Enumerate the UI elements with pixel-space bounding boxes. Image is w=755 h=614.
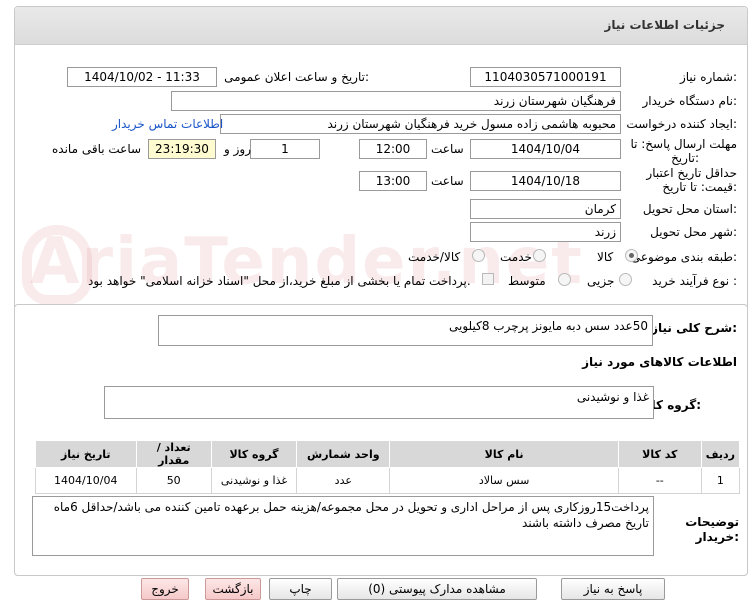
category-option-goods-label: کالا [597, 250, 614, 264]
panel-title: جزئیات اطلاعات نیاز [604, 18, 725, 32]
process-medium-radio[interactable] [558, 273, 571, 286]
cell-date: 1404/10/04 [35, 467, 137, 494]
cell-name: سس سالاد [389, 467, 619, 494]
exit-button[interactable]: خروج [141, 578, 189, 600]
province-label: استان محل تحویل: [642, 202, 737, 216]
deadline-label: مهلت ارسال پاسخ: تا [630, 137, 737, 151]
col-header-unit: واحد شمارش [296, 440, 391, 468]
buyer-notes-label: توضیحات [685, 515, 739, 529]
category-service-radio[interactable] [533, 249, 546, 262]
col-header-quantity: تعداد / مقدار [135, 440, 212, 468]
process-minor-radio[interactable] [619, 273, 632, 286]
col-header-group: گروه کالا [210, 440, 298, 468]
deadline-label-2: تاریخ: [671, 151, 699, 165]
category-goods-radio[interactable] [625, 249, 638, 262]
creator-label: ایجاد کننده درخواست: [626, 117, 737, 131]
goods-group-field: غذا و نوشیدنی [104, 386, 654, 419]
validity-date-field: 1404/10/18 [470, 171, 621, 191]
summary-label: شرح کلی نیاز: [651, 321, 737, 335]
items-table: ردیف کد کالا نام کالا واحد شمارش گروه کا… [35, 440, 741, 494]
summary-field: 50عدد سس دبه مایونز پرچرب 8کیلویی [158, 315, 653, 346]
cell-unit: عدد [296, 467, 391, 494]
table-row[interactable]: 1 -- سس سالاد عدد غذا و نوشیدنی 50 1404/… [35, 467, 741, 494]
validity-label-2: قیمت: تا تاریخ: [662, 180, 737, 194]
days-label: روز و [224, 142, 251, 156]
payment-note: پرداخت تمام یا بخشی از مبلغ خرید،از محل … [88, 274, 471, 288]
category-label: طبقه بندی موضوعی: [630, 250, 737, 264]
announce-field: 1404/10/02 - 11:33 [67, 67, 217, 87]
city-label: شهر محل تحویل: [650, 225, 737, 239]
buyer-org-field: فرهنگیان شهرستان زرند [171, 91, 621, 111]
validity-time-field: 13:00 [359, 171, 427, 191]
buyer-org-label: نام دستگاه خریدار: [642, 94, 738, 108]
validity-label: حداقل تاریخ اعتبار [646, 166, 737, 180]
panel-header: جزئیات اطلاعات نیاز [15, 7, 747, 45]
cell-group: غذا و نوشیدنی [210, 467, 298, 494]
category-both-radio[interactable] [472, 249, 485, 262]
deadline-date-field: 1404/10/04 [470, 139, 621, 159]
city-field: زرند [470, 222, 621, 242]
view-documents-button[interactable]: مشاهده مدارک پیوستی (0) [337, 578, 537, 600]
cell-row-number: 1 [700, 467, 741, 494]
col-header-name: نام کالا [389, 440, 619, 468]
contact-buyer-link[interactable]: اطلاعات تماس خریدار [112, 117, 223, 131]
col-header-date: تاریخ نیاز [35, 440, 137, 468]
goods-info-title: اطلاعات کالاهای مورد نیاز [582, 355, 737, 369]
remaining-time-field: 23:19:30 [148, 139, 216, 159]
reply-button[interactable]: پاسخ به نیاز [561, 578, 665, 600]
province-field: کرمان [470, 199, 621, 219]
col-header-row-number: ردیف [700, 440, 741, 468]
creator-field: محبوبه هاشمی زاده مسول خرید فرهنگیان شهر… [220, 114, 621, 134]
need-number-field: 1104030571000191 [470, 67, 621, 87]
process-label: نوع فرآیند خرید : [652, 274, 737, 288]
category-option-both-label: کالا/خدمت [408, 250, 461, 264]
announce-label: تاریخ و ساعت اعلان عمومی: [224, 70, 369, 84]
buyer-notes-field: پرداخت15روزکاری پس از مراحل اداری و تحوی… [32, 496, 654, 556]
deadline-time-field: 12:00 [359, 139, 427, 159]
process-option-minor-label: جزیی [587, 274, 615, 288]
category-option-service-label: خدمت [500, 250, 532, 264]
buyer-notes-label-2: خریدار: [695, 530, 739, 544]
deadline-time-label: ساعت [431, 142, 464, 156]
remaining-label: ساعت باقی مانده [52, 142, 142, 156]
process-option-medium-label: متوسط [508, 274, 546, 288]
treasury-checkbox[interactable] [482, 273, 494, 285]
cell-code: -- [617, 467, 702, 494]
validity-time-label: ساعت [431, 174, 464, 188]
cell-quantity: 50 [135, 467, 212, 494]
back-button[interactable]: بازگشت [205, 578, 261, 600]
col-header-code: کد کالا [617, 440, 702, 468]
table-header-row: ردیف کد کالا نام کالا واحد شمارش گروه کا… [35, 440, 741, 468]
print-button[interactable]: چاپ [269, 578, 332, 600]
days-field: 1 [250, 139, 320, 159]
need-number-label: شماره نیاز: [679, 70, 737, 84]
